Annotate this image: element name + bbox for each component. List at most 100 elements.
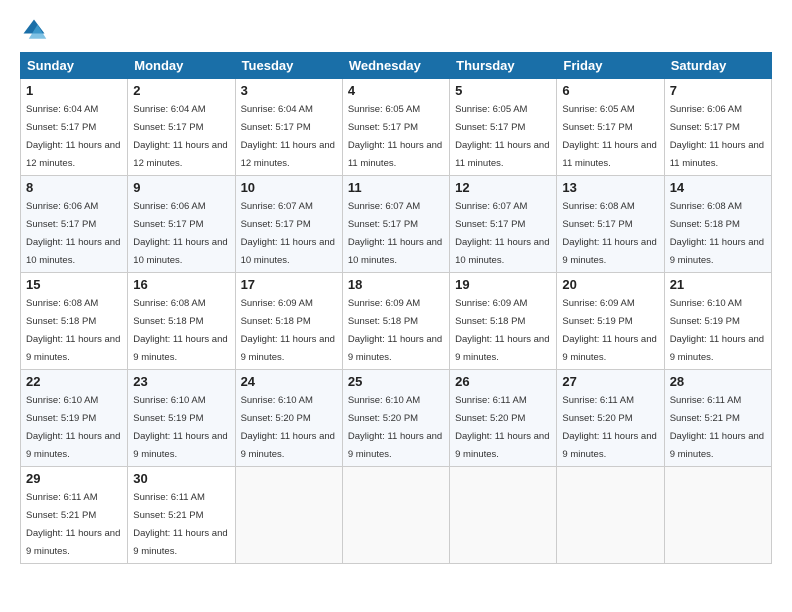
day-number: 29	[26, 471, 122, 486]
day-info: Sunrise: 6:10 AMSunset: 5:20 PMDaylight:…	[348, 395, 442, 460]
day-info: Sunrise: 6:08 AMSunset: 5:17 PMDaylight:…	[562, 201, 656, 266]
calendar-header-row: SundayMondayTuesdayWednesdayThursdayFrid…	[21, 53, 772, 79]
day-info: Sunrise: 6:05 AMSunset: 5:17 PMDaylight:…	[348, 104, 442, 169]
day-number: 30	[133, 471, 229, 486]
calendar-day-cell: 8 Sunrise: 6:06 AMSunset: 5:17 PMDayligh…	[21, 176, 128, 273]
calendar-day-cell: 30 Sunrise: 6:11 AMSunset: 5:21 PMDaylig…	[128, 467, 235, 564]
day-number: 22	[26, 374, 122, 389]
day-number: 14	[670, 180, 766, 195]
calendar-day-cell: 12 Sunrise: 6:07 AMSunset: 5:17 PMDaylig…	[450, 176, 557, 273]
calendar-day-cell: 17 Sunrise: 6:09 AMSunset: 5:18 PMDaylig…	[235, 273, 342, 370]
day-info: Sunrise: 6:04 AMSunset: 5:17 PMDaylight:…	[133, 104, 227, 169]
calendar-day-cell: 19 Sunrise: 6:09 AMSunset: 5:18 PMDaylig…	[450, 273, 557, 370]
day-number: 21	[670, 277, 766, 292]
calendar-day-cell: 29 Sunrise: 6:11 AMSunset: 5:21 PMDaylig…	[21, 467, 128, 564]
day-info: Sunrise: 6:09 AMSunset: 5:18 PMDaylight:…	[241, 298, 335, 363]
calendar-day-cell: 5 Sunrise: 6:05 AMSunset: 5:17 PMDayligh…	[450, 79, 557, 176]
calendar-day-cell: 13 Sunrise: 6:08 AMSunset: 5:17 PMDaylig…	[557, 176, 664, 273]
calendar-day-cell: 15 Sunrise: 6:08 AMSunset: 5:18 PMDaylig…	[21, 273, 128, 370]
day-number: 18	[348, 277, 444, 292]
day-info: Sunrise: 6:10 AMSunset: 5:19 PMDaylight:…	[670, 298, 764, 363]
day-info: Sunrise: 6:11 AMSunset: 5:21 PMDaylight:…	[26, 492, 120, 557]
calendar-day-cell: 24 Sunrise: 6:10 AMSunset: 5:20 PMDaylig…	[235, 370, 342, 467]
calendar-week-row: 8 Sunrise: 6:06 AMSunset: 5:17 PMDayligh…	[21, 176, 772, 273]
day-info: Sunrise: 6:09 AMSunset: 5:18 PMDaylight:…	[455, 298, 549, 363]
empty-cell	[450, 467, 557, 564]
day-number: 1	[26, 83, 122, 98]
empty-cell	[664, 467, 771, 564]
calendar-day-cell: 18 Sunrise: 6:09 AMSunset: 5:18 PMDaylig…	[342, 273, 449, 370]
logo	[20, 16, 52, 44]
header	[20, 16, 772, 44]
day-number: 15	[26, 277, 122, 292]
calendar-day-cell: 10 Sunrise: 6:07 AMSunset: 5:17 PMDaylig…	[235, 176, 342, 273]
day-info: Sunrise: 6:08 AMSunset: 5:18 PMDaylight:…	[26, 298, 120, 363]
day-info: Sunrise: 6:11 AMSunset: 5:21 PMDaylight:…	[133, 492, 227, 557]
day-info: Sunrise: 6:06 AMSunset: 5:17 PMDaylight:…	[670, 104, 764, 169]
day-number: 3	[241, 83, 337, 98]
day-number: 27	[562, 374, 658, 389]
day-info: Sunrise: 6:10 AMSunset: 5:20 PMDaylight:…	[241, 395, 335, 460]
day-header-thursday: Thursday	[450, 53, 557, 79]
calendar-day-cell: 1 Sunrise: 6:04 AMSunset: 5:17 PMDayligh…	[21, 79, 128, 176]
day-number: 28	[670, 374, 766, 389]
day-info: Sunrise: 6:07 AMSunset: 5:17 PMDaylight:…	[241, 201, 335, 266]
empty-cell	[557, 467, 664, 564]
day-number: 17	[241, 277, 337, 292]
day-number: 6	[562, 83, 658, 98]
day-number: 11	[348, 180, 444, 195]
day-info: Sunrise: 6:07 AMSunset: 5:17 PMDaylight:…	[455, 201, 549, 266]
calendar-day-cell: 3 Sunrise: 6:04 AMSunset: 5:17 PMDayligh…	[235, 79, 342, 176]
day-number: 26	[455, 374, 551, 389]
day-info: Sunrise: 6:08 AMSunset: 5:18 PMDaylight:…	[133, 298, 227, 363]
day-header-saturday: Saturday	[664, 53, 771, 79]
day-info: Sunrise: 6:09 AMSunset: 5:18 PMDaylight:…	[348, 298, 442, 363]
calendar-day-cell: 23 Sunrise: 6:10 AMSunset: 5:19 PMDaylig…	[128, 370, 235, 467]
calendar-day-cell: 26 Sunrise: 6:11 AMSunset: 5:20 PMDaylig…	[450, 370, 557, 467]
day-header-wednesday: Wednesday	[342, 53, 449, 79]
day-info: Sunrise: 6:09 AMSunset: 5:19 PMDaylight:…	[562, 298, 656, 363]
day-number: 12	[455, 180, 551, 195]
calendar-day-cell: 6 Sunrise: 6:05 AMSunset: 5:17 PMDayligh…	[557, 79, 664, 176]
calendar-day-cell: 11 Sunrise: 6:07 AMSunset: 5:17 PMDaylig…	[342, 176, 449, 273]
empty-cell	[342, 467, 449, 564]
day-number: 23	[133, 374, 229, 389]
day-info: Sunrise: 6:06 AMSunset: 5:17 PMDaylight:…	[133, 201, 227, 266]
day-info: Sunrise: 6:11 AMSunset: 5:21 PMDaylight:…	[670, 395, 764, 460]
day-number: 13	[562, 180, 658, 195]
calendar-day-cell: 7 Sunrise: 6:06 AMSunset: 5:17 PMDayligh…	[664, 79, 771, 176]
calendar-day-cell: 2 Sunrise: 6:04 AMSunset: 5:17 PMDayligh…	[128, 79, 235, 176]
day-info: Sunrise: 6:07 AMSunset: 5:17 PMDaylight:…	[348, 201, 442, 266]
day-number: 2	[133, 83, 229, 98]
day-info: Sunrise: 6:10 AMSunset: 5:19 PMDaylight:…	[26, 395, 120, 460]
day-number: 16	[133, 277, 229, 292]
calendar-week-row: 29 Sunrise: 6:11 AMSunset: 5:21 PMDaylig…	[21, 467, 772, 564]
day-number: 5	[455, 83, 551, 98]
calendar-day-cell: 16 Sunrise: 6:08 AMSunset: 5:18 PMDaylig…	[128, 273, 235, 370]
calendar-day-cell: 4 Sunrise: 6:05 AMSunset: 5:17 PMDayligh…	[342, 79, 449, 176]
day-number: 10	[241, 180, 337, 195]
calendar-day-cell: 28 Sunrise: 6:11 AMSunset: 5:21 PMDaylig…	[664, 370, 771, 467]
day-info: Sunrise: 6:08 AMSunset: 5:18 PMDaylight:…	[670, 201, 764, 266]
day-header-monday: Monday	[128, 53, 235, 79]
day-number: 8	[26, 180, 122, 195]
day-info: Sunrise: 6:10 AMSunset: 5:19 PMDaylight:…	[133, 395, 227, 460]
calendar-week-row: 15 Sunrise: 6:08 AMSunset: 5:18 PMDaylig…	[21, 273, 772, 370]
day-info: Sunrise: 6:11 AMSunset: 5:20 PMDaylight:…	[455, 395, 549, 460]
empty-cell	[235, 467, 342, 564]
calendar-day-cell: 21 Sunrise: 6:10 AMSunset: 5:19 PMDaylig…	[664, 273, 771, 370]
day-number: 19	[455, 277, 551, 292]
day-header-sunday: Sunday	[21, 53, 128, 79]
calendar-week-row: 22 Sunrise: 6:10 AMSunset: 5:19 PMDaylig…	[21, 370, 772, 467]
day-number: 20	[562, 277, 658, 292]
day-header-friday: Friday	[557, 53, 664, 79]
calendar-day-cell: 22 Sunrise: 6:10 AMSunset: 5:19 PMDaylig…	[21, 370, 128, 467]
day-info: Sunrise: 6:04 AMSunset: 5:17 PMDaylight:…	[26, 104, 120, 169]
day-info: Sunrise: 6:11 AMSunset: 5:20 PMDaylight:…	[562, 395, 656, 460]
calendar-day-cell: 25 Sunrise: 6:10 AMSunset: 5:20 PMDaylig…	[342, 370, 449, 467]
day-number: 7	[670, 83, 766, 98]
calendar-day-cell: 27 Sunrise: 6:11 AMSunset: 5:20 PMDaylig…	[557, 370, 664, 467]
logo-icon	[20, 16, 48, 44]
calendar-week-row: 1 Sunrise: 6:04 AMSunset: 5:17 PMDayligh…	[21, 79, 772, 176]
page: SundayMondayTuesdayWednesdayThursdayFrid…	[0, 0, 792, 612]
